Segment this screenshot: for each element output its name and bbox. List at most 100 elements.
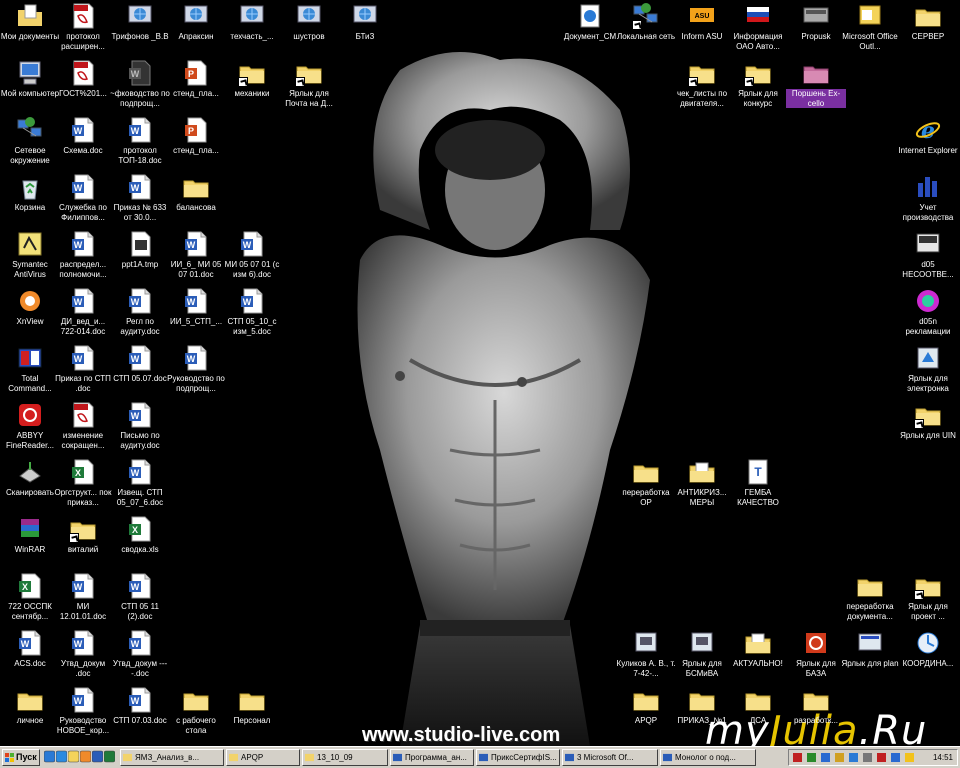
desktop-icon-protokol-top[interactable]: Wпротокол ТОП-18.doc xyxy=(110,116,170,170)
desktop-icon-informaciya[interactable]: Информация ОАО Авто... xyxy=(728,2,788,56)
desktop-icon-stend-2[interactable]: Pстенд_пла... xyxy=(166,116,226,170)
desktop-icon-pochta[interactable]: Ярлык для Почта на Д... xyxy=(279,59,339,113)
desktop-icon-apraksin[interactable]: Апраксин xyxy=(166,2,226,56)
tray-icon[interactable] xyxy=(807,753,816,762)
desktop-icon-plan[interactable]: Ярлык для plan xyxy=(840,629,900,683)
tray-icon[interactable] xyxy=(821,753,830,762)
desktop-icon-razrabotka[interactable]: разработк... xyxy=(786,686,846,740)
desktop-icon-ii-5[interactable]: W ИИ_5_СТП_... xyxy=(166,287,226,341)
desktop-icon-prikaz-633[interactable]: W Приказ № 633 от 30.0... xyxy=(110,173,170,227)
desktop-icon-rukovodstvo-podpr2[interactable]: W Руководство по подпрощ... xyxy=(166,344,226,398)
desktop-icon-rukovodstvo-podpr[interactable]: W ~фководство по подпрощ... xyxy=(110,59,170,113)
desktop[interactable]: www.studio-live.com myJulia.Ru Мои докум… xyxy=(0,0,960,746)
desktop-icon-xnview[interactable]: XnView xyxy=(0,287,60,341)
desktop-icon-moi-dokumenty[interactable]: Мои документы xyxy=(0,2,60,56)
tray-icon[interactable] xyxy=(877,753,886,762)
desktop-icon-d05-nesootv[interactable]: d05 НЕСООТВЕ... xyxy=(898,230,958,284)
tray-icon[interactable] xyxy=(863,753,872,762)
desktop-icon-kulikov[interactable]: Куликов А. В., т. 7-42-... xyxy=(616,629,676,683)
start-button[interactable]: Пуск xyxy=(2,749,40,766)
tray-icon[interactable] xyxy=(905,753,914,762)
desktop-icon-orgstrukt[interactable]: X Оргструкт... пок приказ... xyxy=(53,458,113,512)
desktop-icon-ms-outlook[interactable]: Microsoft Office Outl... xyxy=(840,2,900,56)
desktop-icon-skanirovat[interactable]: Сканировать xyxy=(0,458,60,512)
tray-icon[interactable] xyxy=(835,753,844,762)
desktop-icon-stp-07-03[interactable]: W СТП 07.03.doc xyxy=(110,686,170,740)
desktop-icon-elektronka[interactable]: Ярлык для электронка xyxy=(898,344,958,398)
taskbar-button[interactable]: 3 Microsoft Of... xyxy=(562,749,658,766)
desktop-icon-pismo[interactable]: W Письмо по аудиту.doc xyxy=(110,401,170,455)
desktop-icon-vitaliy[interactable]: виталий xyxy=(53,515,113,569)
desktop-icon-dokument-sm[interactable]: Документ_СМ xyxy=(560,2,620,56)
taskbar-button[interactable]: ЯМЗ_Анализ_в... xyxy=(120,749,224,766)
clock[interactable]: 14:51 xyxy=(933,750,953,765)
desktop-icon-aktualno[interactable]: АКТУАЛЬНО! xyxy=(728,629,788,683)
desktop-icon-antikriz[interactable]: АНТИКРИЗ... МЕРЫ xyxy=(672,458,732,512)
desktop-icon-shustrov[interactable]: шустров xyxy=(279,2,339,56)
desktop-icon-proekt[interactable]: Ярлык для проект ... xyxy=(898,572,958,626)
excel-icon[interactable] xyxy=(103,750,118,764)
desktop-icon-server[interactable]: СЕРВЕР xyxy=(898,2,958,56)
desktop-icon-di-ved[interactable]: W ДИ_вед_и... 722-014.doc xyxy=(53,287,113,341)
desktop-icon-chek-listy[interactable]: чек_листы по двигателя... xyxy=(672,59,732,113)
desktop-icon-symantec[interactable]: Symantec AntiVirus xyxy=(0,230,60,284)
desktop-icon-stp-05-10[interactable]: W СТП 05_10_с изм_5.doc xyxy=(222,287,282,341)
desktop-icon-stp-05-07[interactable]: W СТП 05.07.doc xyxy=(110,344,170,398)
desktop-icon-regl[interactable]: W Регл по аудиту.doc xyxy=(110,287,170,341)
desktop-icon-d05n[interactable]: d05n рекламации xyxy=(898,287,958,341)
desktop-icon-uchet[interactable]: Учет производства xyxy=(898,173,958,227)
desktop-icon-stp-05-11[interactable]: W СТП 05 11 (2).doc xyxy=(110,572,170,626)
desktop-icon-shema[interactable]: W Схема.doc xyxy=(53,116,113,170)
desktop-icon-total-commander[interactable]: Total Command... xyxy=(0,344,60,398)
desktop-icon-stend-1[interactable]: Pстенд_пла... xyxy=(166,59,226,113)
desktop-icon-btiz[interactable]: БТиЗ xyxy=(335,2,395,56)
desktop-icon-ppt1a[interactable]: ppt1A.tmp xyxy=(110,230,170,284)
desktop-icon-dsa[interactable]: ДСА xyxy=(728,686,788,740)
desktop-icon-izvesh[interactable]: W Извещ. СТП 05_07_6.doc xyxy=(110,458,170,512)
desktop-icon-osspk[interactable]: X 722 ОССПК сентябр... xyxy=(0,572,60,626)
desktop-icon-korzina[interactable]: Корзина xyxy=(0,173,60,227)
desktop-icon-inform-asu[interactable]: ASU Inform ASU xyxy=(672,2,732,56)
desktop-icon-konkurs[interactable]: Ярлык для конкурс xyxy=(728,59,788,113)
desktop-icon-lokalnaya-set[interactable]: Локальная сеть xyxy=(616,2,676,56)
desktop-icon-winrar[interactable]: WinRAR xyxy=(0,515,60,569)
desktop-icon-ii-6[interactable]: W ИИ_6_ МИ 05 07 01.doc xyxy=(166,230,226,284)
taskbar-button[interactable]: 13_10_09 xyxy=(302,749,388,766)
desktop-icon-moi-kompyuter[interactable]: Мой компьютер xyxy=(0,59,60,113)
desktop-icon-balansova[interactable]: балансова xyxy=(166,173,226,227)
desktop-icon-acs[interactable]: W ACS.doc xyxy=(0,629,60,683)
desktop-icon-raspredel[interactable]: Wраспредел... полномочи... xyxy=(53,230,113,284)
taskbar-button[interactable]: Программа_ан... xyxy=(390,749,474,766)
desktop-icon-apqp-desk[interactable]: APQP xyxy=(616,686,676,740)
desktop-icon-protokol[interactable]: протокол расширен... xyxy=(53,2,113,56)
desktop-icon-ie[interactable]: e Internet Explorer xyxy=(898,116,958,170)
taskbar-button[interactable]: Монолог о под... xyxy=(660,749,756,766)
desktop-icon-svodka[interactable]: Xсводка.xls xyxy=(110,515,170,569)
tray-icon[interactable] xyxy=(793,753,802,762)
desktop-icon-mi-12[interactable]: W МИ 12.01.01.doc xyxy=(53,572,113,626)
tray-icon[interactable] xyxy=(891,753,900,762)
desktop-icon-pererabotka-or[interactable]: переработка ОР xyxy=(616,458,676,512)
desktop-icon-bsmiva[interactable]: Ярлык для БСМиВА xyxy=(672,629,732,683)
desktop-icon-tehchast[interactable]: техчасть_... xyxy=(222,2,282,56)
desktop-icon-prikaz-stp[interactable]: W Приказ по СТП .doc xyxy=(53,344,113,398)
desktop-icon-gost[interactable]: ГОСТ%201... xyxy=(53,59,113,113)
desktop-icon-rukovodstvo-novoe[interactable]: W Руководство НОВОЕ_кор... xyxy=(53,686,113,740)
desktop-icon-trifonov[interactable]: Трифонов _В.В xyxy=(110,2,170,56)
desktop-icon-prikaz-1[interactable]: ПРИКАЗ_№1 xyxy=(672,686,732,740)
desktop-icon-porshen[interactable]: Поршень Ex-cello xyxy=(786,59,846,113)
desktop-icon-abbyy[interactable]: ABBYY FineReader... xyxy=(0,401,60,455)
desktop-icon-setevoe[interactable]: Сетевое окружение xyxy=(0,116,60,170)
tray-icon[interactable] xyxy=(849,753,858,762)
taskbar-button[interactable]: APQP xyxy=(226,749,300,766)
desktop-icon-lichnoe[interactable]: личное xyxy=(0,686,60,740)
desktop-icon-koordina[interactable]: КООРДИНА... xyxy=(898,629,958,683)
desktop-icon-personal[interactable]: Персонал xyxy=(222,686,282,740)
desktop-icon-gemba[interactable]: T ГЕМБА КАЧЕСТВО xyxy=(728,458,788,512)
desktop-icon-pererabotka-dok[interactable]: переработка документа... xyxy=(840,572,900,626)
taskbar-button[interactable]: ПриксСертифІS... xyxy=(476,749,560,766)
desktop-icon-mehaniki[interactable]: механики xyxy=(222,59,282,113)
desktop-icon-utvd-dokum2[interactable]: W Утвд_докум ----.doc xyxy=(110,629,170,683)
desktop-icon-uin[interactable]: Ярлык для UIN xyxy=(898,401,958,455)
desktop-icon-s-rabochego[interactable]: с рабочего стола xyxy=(166,686,226,740)
